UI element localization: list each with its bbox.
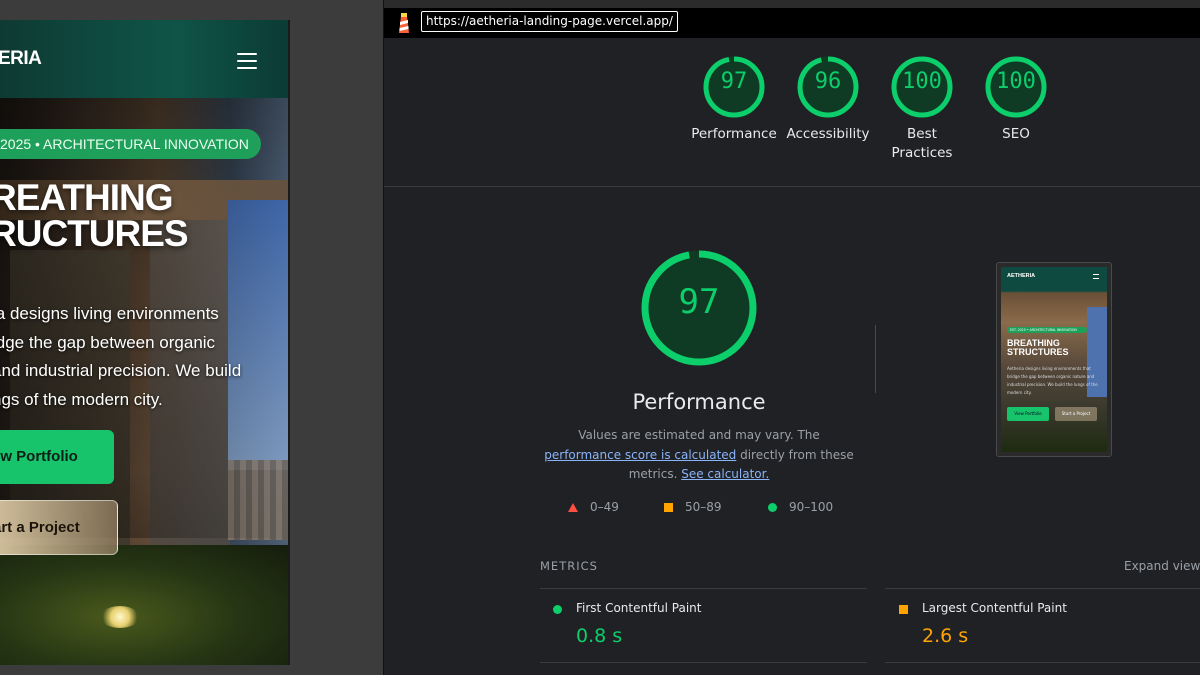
hero-paragraph-line: ngs of the modern city.	[0, 389, 163, 409]
circle-icon	[768, 503, 777, 512]
hero-paragraph: ia designs living environments idge the …	[0, 300, 272, 414]
lighthouse-report: https://aetheria-landing-page.vercel.app…	[383, 0, 1200, 675]
pass-circle-icon	[553, 605, 562, 614]
site-header: ERIA	[0, 20, 288, 98]
gauge-seo[interactable]: 100 SEO	[966, 55, 1066, 144]
hero-lamp	[100, 606, 140, 628]
triangle-icon	[568, 503, 578, 512]
see-calculator-link[interactable]: See calculator.	[681, 467, 769, 481]
hero-badge: 2025 • ARCHITECTURAL INNOVATION	[0, 129, 261, 159]
metric-value: 2.6 s	[922, 625, 969, 647]
hero-title-line: RUCTURES	[0, 213, 189, 254]
metric-name: First Contentful Paint	[576, 601, 702, 615]
thumb-paragraph: Aetheria designs living environments tha…	[1007, 366, 1098, 395]
site-logo[interactable]: ERIA	[0, 48, 42, 70]
square-icon	[664, 503, 673, 512]
average-square-icon	[899, 605, 908, 614]
section-divider	[384, 186, 1200, 187]
thumb-secondary-button: Start a Project	[1055, 407, 1097, 421]
gauge-best-practices[interactable]: 100 Best Practices	[872, 55, 972, 163]
hero-paragraph-line: idge the gap between organic	[0, 332, 216, 352]
gauge-label: Performance	[691, 126, 777, 142]
hamburger-menu-icon[interactable]	[237, 53, 257, 69]
metric-divider	[540, 662, 867, 663]
lighthouse-icon	[399, 13, 409, 33]
top-strip	[384, 0, 1200, 8]
thumb-primary-button: View Portfolio	[1007, 407, 1049, 421]
report-url-link[interactable]: https://aetheria-landing-page.vercel.app…	[421, 11, 678, 32]
performance-gauge-large: 97	[639, 248, 759, 368]
gauge-score: 100	[996, 69, 1036, 94]
report-url-bar: https://aetheria-landing-page.vercel.app…	[384, 8, 1200, 38]
hero-title: REATHING RUCTURES	[0, 177, 189, 254]
gauge-score: 96	[814, 69, 842, 94]
performance-title: Performance	[632, 390, 766, 414]
start-project-button[interactable]: art a Project	[0, 500, 118, 555]
legend-fail: 0–49	[568, 500, 619, 514]
hero-paragraph-line: ia designs living environments	[0, 304, 219, 323]
metrics-heading: METRICS	[540, 559, 598, 573]
thumb-menu-icon	[1093, 274, 1099, 279]
metric-divider	[885, 588, 1200, 589]
performance-description: Values are estimated and may vary. The p…	[544, 426, 854, 485]
metric-name: Largest Contentful Paint	[922, 601, 1067, 615]
desc-text: Values are estimated and may vary. The	[578, 428, 820, 442]
thumb-badge: EST. 2025 • ARCHITECTURAL INNOVATION	[1007, 327, 1087, 333]
view-portfolio-button[interactable]: ew Portfolio	[0, 430, 114, 484]
mobile-preview: ERIA 2025 • ARCHITECTURAL INNOVATION REA…	[0, 20, 290, 665]
gauge-label: Best Practices	[891, 126, 953, 161]
thumbnail-content: AETHERIA EST. 2025 • ARCHITECTURAL INNOV…	[1001, 267, 1107, 452]
gauge-accessibility[interactable]: 96 Accessibility	[778, 55, 878, 144]
screen: ERIA 2025 • ARCHITECTURAL INNOVATION REA…	[0, 0, 1200, 675]
gauge-score: 97	[720, 69, 748, 94]
legend-range: 0–49	[590, 500, 619, 514]
metric-divider	[885, 662, 1200, 663]
legend-average: 50–89	[664, 500, 722, 514]
vertical-separator	[875, 325, 876, 393]
score-calculated-link[interactable]: performance score is calculated	[544, 448, 736, 462]
metric-divider	[540, 588, 867, 589]
large-gauge-score: 97	[678, 282, 720, 322]
metric-value: 0.8 s	[576, 625, 623, 647]
gauge-performance[interactable]: 97 Performance	[684, 55, 784, 144]
thumb-logo: AETHERIA	[1007, 273, 1036, 279]
legend-range: 50–89	[685, 500, 722, 514]
legend-range: 90–100	[789, 500, 834, 514]
legend-pass: 90–100	[768, 500, 833, 514]
hero-paragraph-line: and industrial precision. We build	[0, 361, 242, 380]
gauge-label: SEO	[1002, 126, 1030, 142]
thumb-title: BREATHING STRUCTURES	[1007, 339, 1069, 357]
final-screenshot-thumbnail[interactable]: AETHERIA EST. 2025 • ARCHITECTURAL INNOV…	[996, 262, 1112, 457]
gauge-label: Accessibility	[786, 126, 870, 142]
hero-title-line: REATHING	[0, 177, 173, 218]
expand-view-toggle[interactable]: Expand view	[1124, 559, 1200, 573]
gauge-score: 100	[902, 69, 942, 94]
hero-greenery	[0, 545, 288, 665]
thumb-title-line: STRUCTURES	[1007, 347, 1069, 357]
